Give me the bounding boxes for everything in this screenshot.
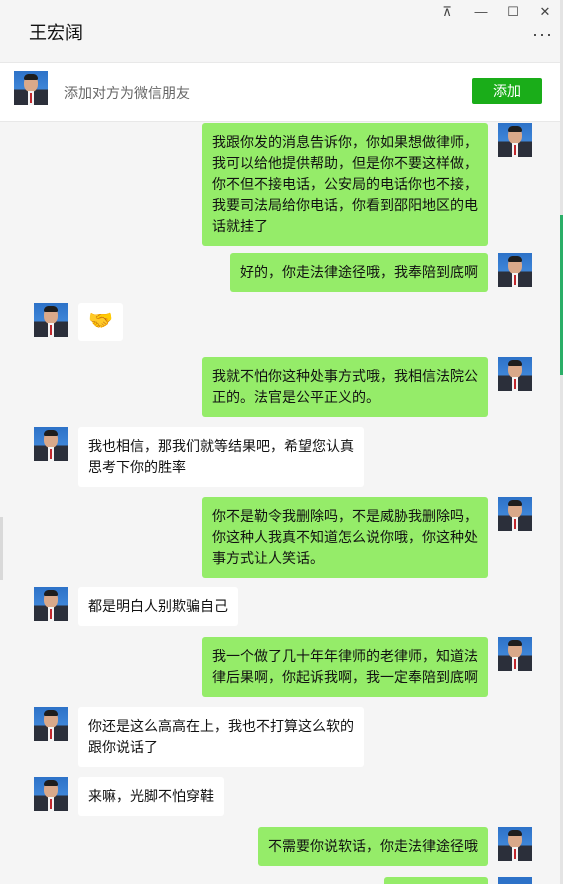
- message-bubble-sent[interactable]: 我一个做了几十年年律师的老律师，知道法律后果啊，你起诉我啊，我一定奉陪到底啊: [202, 637, 488, 697]
- chat-window: 王宏阔 ⊼ — ☐ ✕ ··· 添加对方为微信朋友 添加 我跟你发的消息告诉你，…: [0, 0, 563, 884]
- title-bar: 王宏阔 ⊼ — ☐ ✕ ···: [0, 0, 563, 62]
- message-bubble-received[interactable]: 都是明白人别欺骗自己: [78, 587, 238, 626]
- window-edge: [0, 517, 3, 580]
- avatar[interactable]: [34, 587, 68, 621]
- maximize-icon[interactable]: ☐: [503, 4, 523, 20]
- avatar[interactable]: [34, 777, 68, 811]
- more-options-icon[interactable]: ···: [532, 25, 553, 43]
- message-bubble-received[interactable]: 你还是这么高高在上，我也不打算这么软的跟你说话了: [78, 707, 364, 767]
- message-bubble-received[interactable]: 我也相信，那我们就等结果吧，希望您认真思考下你的胜率: [78, 427, 364, 487]
- avatar: [14, 71, 48, 105]
- message-bubble-sent[interactable]: 我跟你发的消息告诉你，你如果想做律师，我可以给他提供帮助，但是你不要这样做，你不…: [202, 123, 488, 246]
- chat-title: 王宏阔: [29, 23, 83, 43]
- message-bubble-partial: [384, 877, 488, 884]
- message-bubble-sent[interactable]: 我就不怕你这种处事方式哦，我相信法院公正的。法官是公平正义的。: [202, 357, 488, 417]
- pin-icon[interactable]: ⊼: [437, 4, 457, 20]
- avatar[interactable]: [498, 637, 532, 671]
- message-bubble-received[interactable]: 来嘛，光脚不怕穿鞋: [78, 777, 224, 816]
- avatar[interactable]: [498, 357, 532, 391]
- message-bubble-received[interactable]: 🤝: [78, 303, 123, 341]
- avatar-partial: [498, 877, 532, 884]
- avatar[interactable]: [498, 123, 532, 157]
- message-bubble-sent[interactable]: 不需要你说软话，你走法律途径哦: [258, 827, 488, 866]
- add-friend-text: 添加对方为微信朋友: [64, 85, 190, 101]
- avatar[interactable]: [34, 427, 68, 461]
- message-bubble-sent[interactable]: 好的，你走法律途径哦，我奉陪到底啊: [230, 253, 488, 292]
- avatar[interactable]: [34, 303, 68, 337]
- avatar[interactable]: [498, 827, 532, 861]
- avatar[interactable]: [498, 253, 532, 287]
- message-bubble-sent[interactable]: 你不是勒令我删除吗，不是威胁我删除吗，你这种人我真不知道怎么说你哦，你这种处事方…: [202, 497, 488, 578]
- add-friend-button[interactable]: 添加: [472, 78, 542, 104]
- avatar[interactable]: [498, 497, 532, 531]
- handshake-emoji: 🤝: [88, 310, 113, 332]
- avatar[interactable]: [34, 707, 68, 741]
- minimize-icon[interactable]: —: [471, 4, 491, 20]
- add-friend-banner: 添加对方为微信朋友 添加: [0, 62, 560, 122]
- close-icon[interactable]: ✕: [535, 4, 555, 20]
